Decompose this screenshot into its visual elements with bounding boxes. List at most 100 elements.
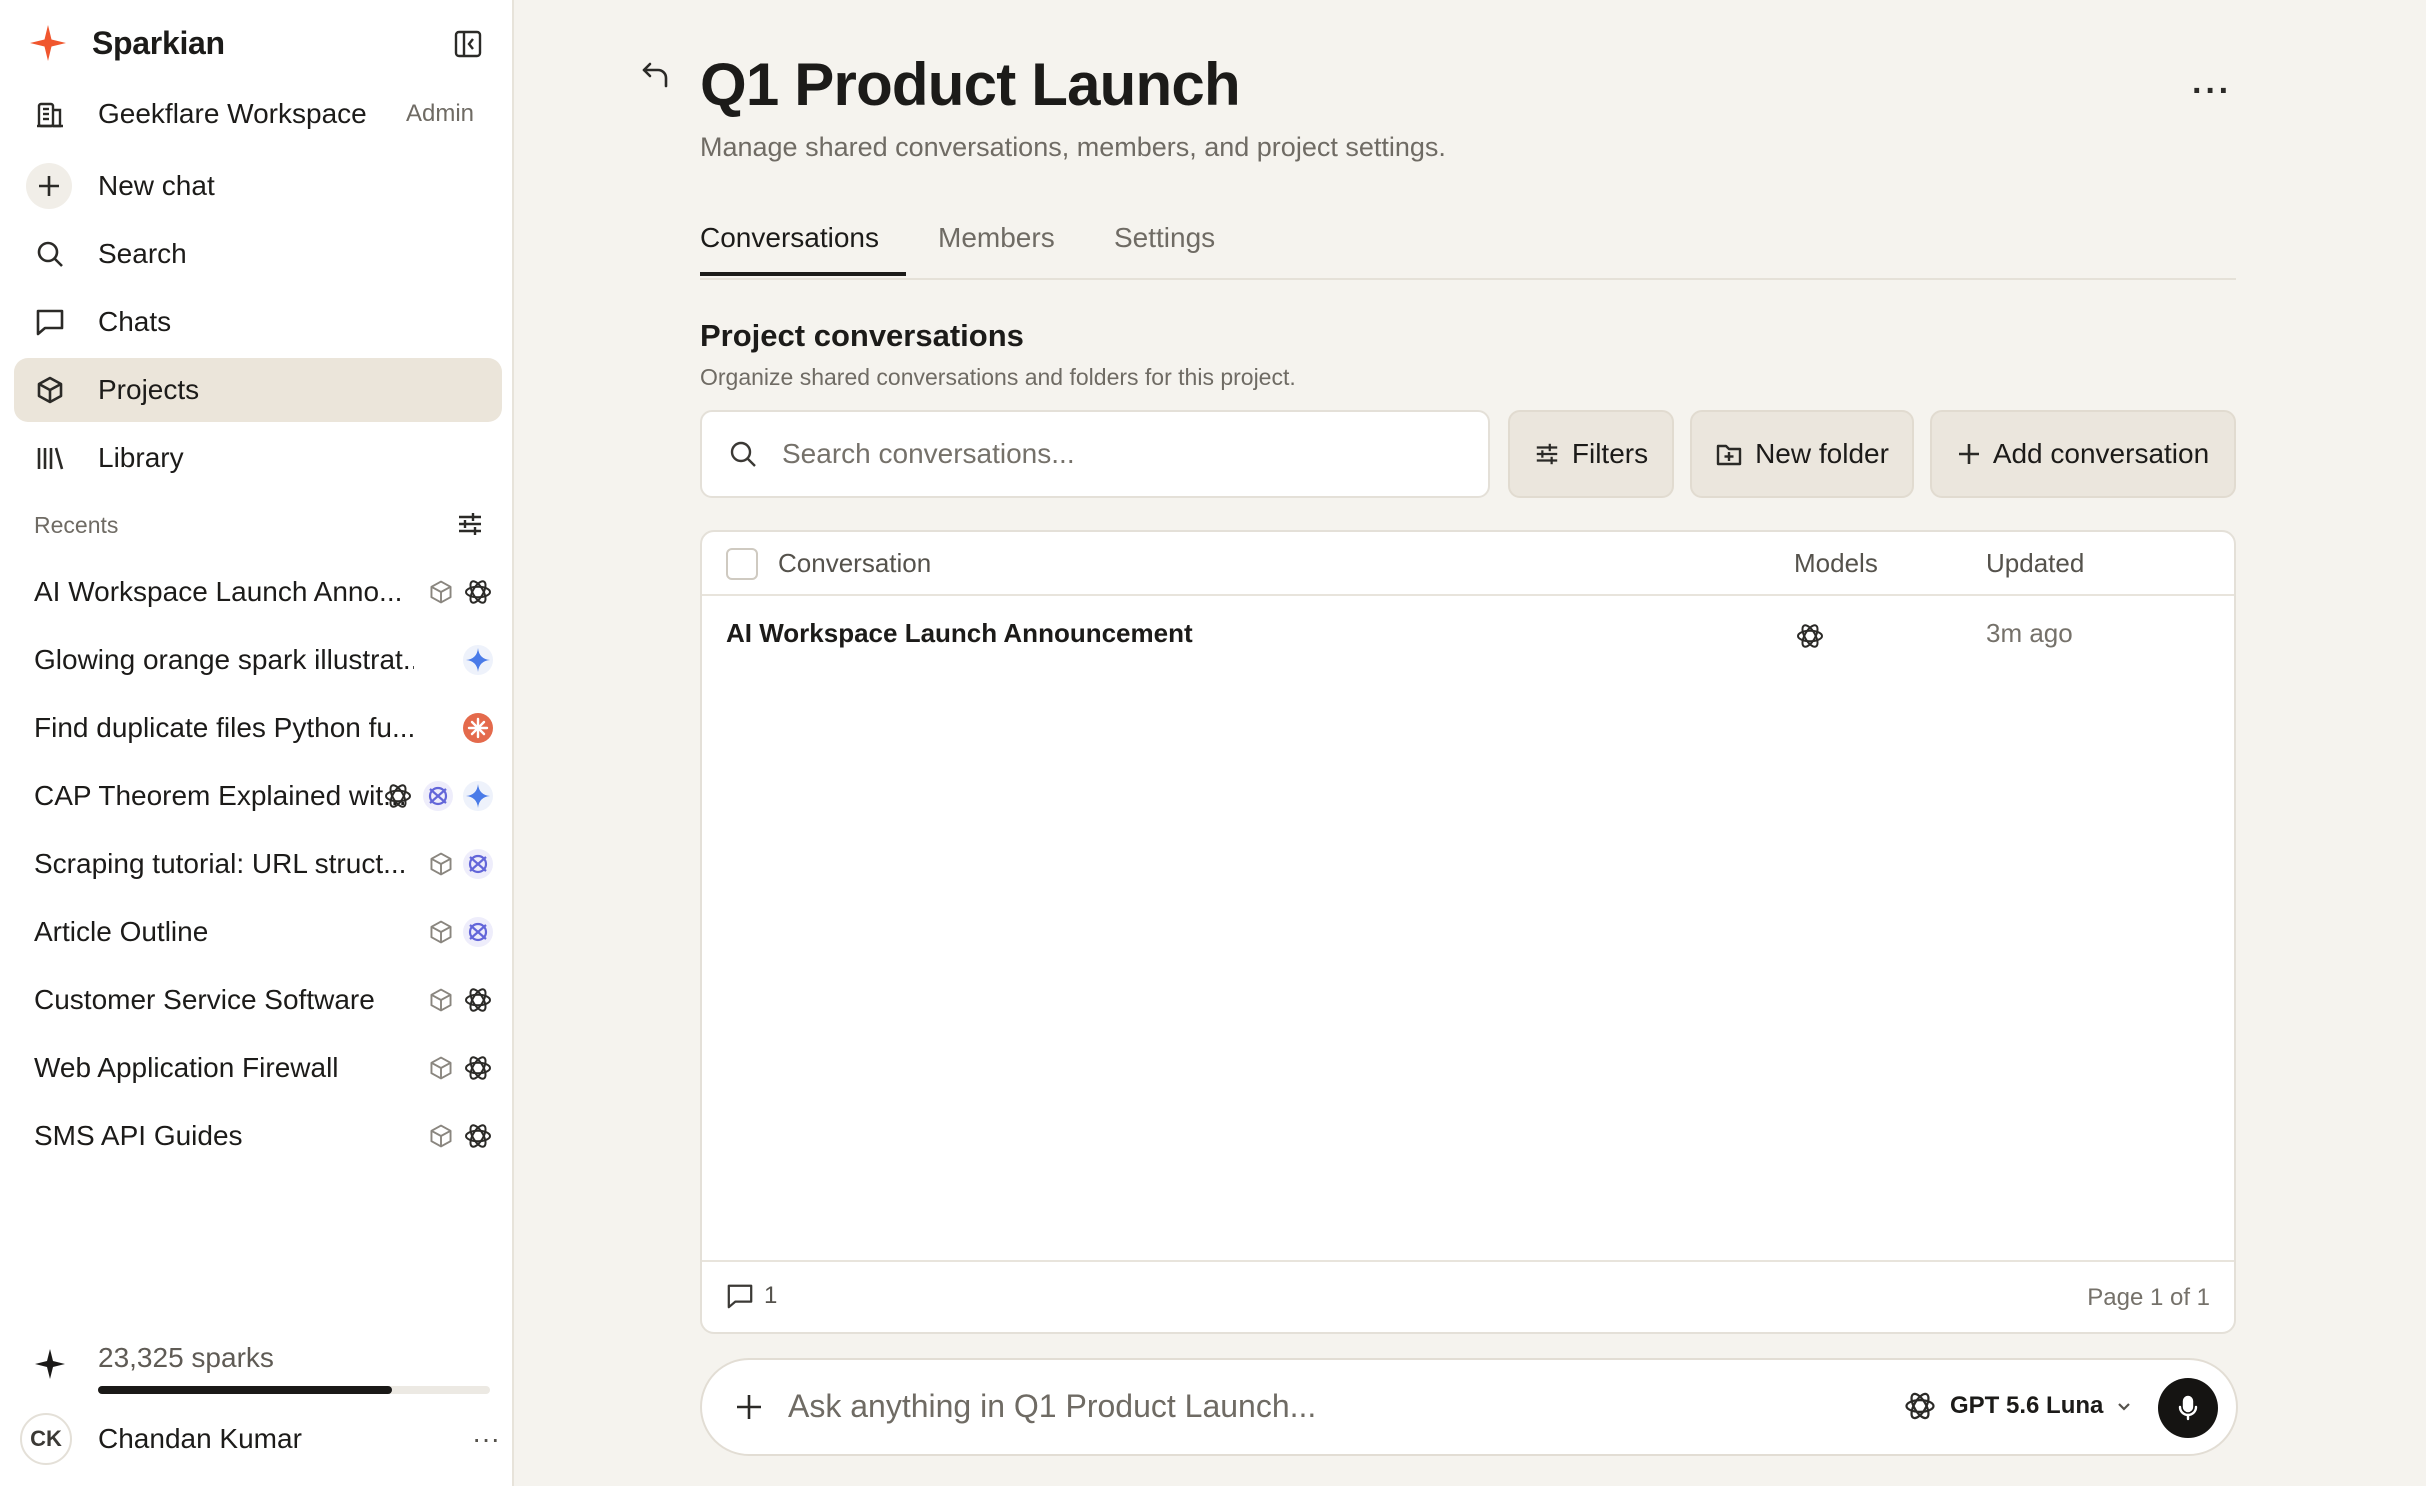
grok-icon [462, 916, 494, 948]
nav-library[interactable]: Library [14, 426, 502, 490]
attach-plus-icon[interactable] [734, 1392, 764, 1422]
filters-button[interactable]: Filters [1508, 410, 1674, 498]
tab-settings[interactable]: Settings [1114, 222, 1215, 278]
recent-chat-item[interactable]: Scraping tutorial: URL struct... [34, 838, 494, 890]
table-row[interactable]: AI Workspace Launch Announcement 3m ago [702, 596, 2234, 676]
add-conversation-label: Add conversation [1992, 438, 2210, 469]
tab-conversations[interactable]: Conversations [700, 222, 879, 278]
workspace-role: Admin [405, 100, 474, 127]
recent-chat-icons [428, 848, 494, 880]
project-icon [428, 1123, 454, 1149]
app-name: Sparkian [92, 24, 225, 61]
grok-icon [462, 848, 494, 880]
back-arrow-icon[interactable] [640, 60, 672, 92]
openai-icon [462, 576, 494, 608]
nav-label: New chat [98, 170, 215, 201]
user-menu[interactable]: CK Chandan Kumar ··· [20, 1413, 500, 1465]
section-subtitle: Organize shared conversations and folder… [700, 364, 1296, 390]
sparks-count: 23,325 sparks [98, 1342, 274, 1373]
user-more-button[interactable]: ··· [472, 1423, 500, 1455]
sparks-progress-fill [98, 1386, 392, 1394]
search-input[interactable] [782, 438, 1462, 470]
tab-members[interactable]: Members [938, 222, 1055, 278]
recent-chat-icons [428, 1120, 494, 1152]
conversation-search[interactable] [700, 410, 1490, 498]
table-header: Conversation Models Updated [702, 532, 2234, 596]
nav-search[interactable]: Search [14, 222, 502, 286]
recent-chat-item[interactable]: Web Application Firewall [34, 1042, 494, 1094]
recent-chat-item[interactable]: Find duplicate files Python fu... [34, 702, 494, 754]
more-options-button[interactable]: ··· [2192, 72, 2232, 111]
sparkle-icon [34, 1348, 66, 1380]
project-icon [428, 579, 454, 605]
conversation-count: 1 [726, 1282, 777, 1310]
user-name: Chandan Kumar [98, 1423, 302, 1454]
recent-chat-item[interactable]: Customer Service Software [34, 974, 494, 1026]
microphone-button[interactable] [2158, 1378, 2218, 1438]
conversation-title[interactable]: AI Workspace Launch Announcement [726, 618, 1193, 649]
claude-icon [462, 712, 494, 744]
page-title: Q1 Product Launch [700, 51, 1241, 118]
folder-plus-icon [1715, 440, 1743, 468]
recent-chat-title: SMS API Guides [34, 1120, 243, 1151]
openai-icon [1794, 620, 1826, 652]
select-all-checkbox[interactable] [726, 548, 758, 580]
grok-icon [422, 780, 454, 812]
message-input[interactable] [788, 1388, 1788, 1425]
recent-chat-title: Web Application Firewall [34, 1052, 339, 1083]
gemini-icon [462, 780, 494, 812]
model-selector[interactable]: GPT 5.6 Luna [1902, 1388, 2133, 1424]
project-icon [428, 851, 454, 877]
project-icon [428, 1055, 454, 1081]
count-value: 1 [764, 1282, 778, 1309]
recent-chat-item[interactable]: Article Outline [34, 906, 494, 958]
nav-projects[interactable]: Projects [14, 358, 502, 422]
recent-chat-item[interactable]: Glowing orange spark illustrat... [34, 634, 494, 686]
column-updated[interactable]: Updated [1986, 548, 2084, 579]
updated-time: 3m ago [1986, 618, 2073, 648]
page-subtitle: Manage shared conversations, members, an… [700, 132, 1446, 162]
search-icon [34, 238, 66, 270]
nav-chats[interactable]: Chats [14, 290, 502, 354]
nav-new-chat[interactable]: New chat [14, 154, 502, 218]
active-tab-indicator [700, 272, 906, 276]
table-footer: 1 Page 1 of 1 [702, 1260, 2234, 1332]
openai-icon [462, 984, 494, 1016]
recent-chat-icons [462, 644, 494, 676]
workspace-name: Geekflare Workspace [98, 98, 367, 129]
sparks-progress-bar [98, 1386, 490, 1394]
recent-chat-icons [428, 1052, 494, 1084]
column-models[interactable]: Models [1794, 548, 1878, 579]
nav-label: Search [98, 238, 187, 269]
workspace-switcher[interactable]: Geekflare Workspace Admin [14, 82, 502, 146]
cube-icon [34, 374, 66, 406]
recent-chat-title: CAP Theorem Explained wit... [34, 780, 407, 811]
recent-chat-item[interactable]: SMS API Guides [34, 1110, 494, 1162]
plus-icon [26, 163, 72, 209]
new-folder-label: New folder [1755, 438, 1889, 469]
openai-icon [1902, 1388, 1938, 1424]
recent-chat-icons [428, 916, 494, 948]
recent-chat-title: Find duplicate files Python fu... [34, 712, 414, 743]
recent-chat-title: Glowing orange spark illustrat... [34, 644, 414, 675]
collapse-sidebar-icon[interactable] [452, 28, 484, 60]
nav-label: Projects [98, 374, 200, 405]
microphone-icon [2174, 1394, 2202, 1422]
brand[interactable]: Sparkian [28, 18, 225, 68]
filters-label: Filters [1571, 438, 1649, 469]
add-conversation-button[interactable]: Add conversation [1930, 410, 2236, 498]
tab-bar: Conversations Members Settings [700, 218, 2236, 280]
plus-icon [1957, 442, 1981, 466]
recent-chat-title: Scraping tutorial: URL struct... [34, 848, 407, 879]
chevron-down-icon [2115, 1397, 2133, 1415]
recent-chat-icons [382, 780, 494, 812]
new-folder-button[interactable]: New folder [1690, 410, 1914, 498]
spark-logo-icon [28, 23, 68, 63]
column-conversation[interactable]: Conversation [778, 548, 931, 579]
building-icon [34, 98, 66, 130]
recent-chat-item[interactable]: CAP Theorem Explained wit... [34, 770, 494, 822]
recent-chat-icons [428, 576, 494, 608]
recent-chat-item[interactable]: AI Workspace Launch Anno... [34, 566, 494, 618]
sliders-icon[interactable] [456, 510, 484, 538]
openai-icon [382, 780, 414, 812]
